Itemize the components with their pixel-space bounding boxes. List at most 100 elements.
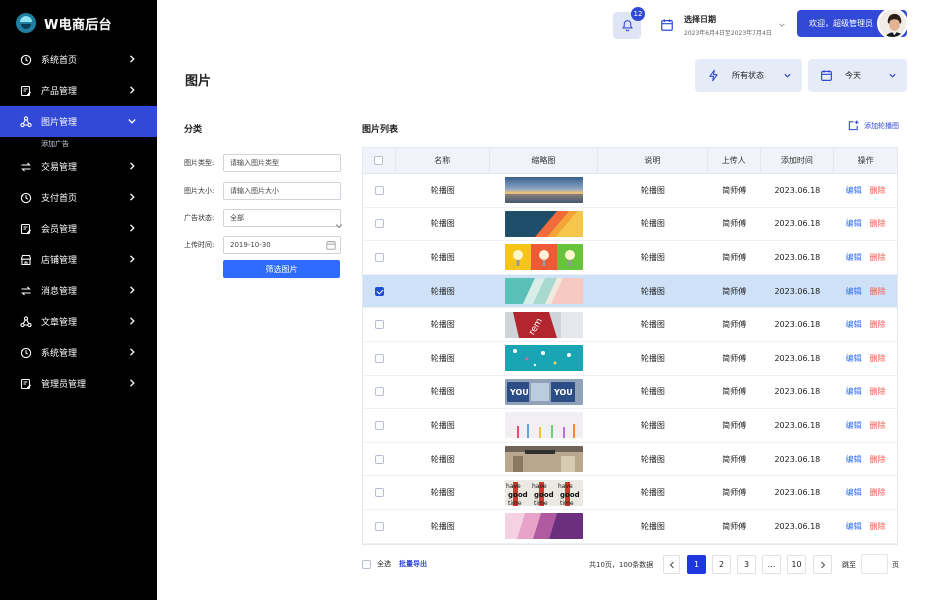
delete-link[interactable]: 删除 (870, 319, 886, 330)
delete-link[interactable]: 删除 (870, 386, 886, 397)
edit-link[interactable]: 编辑 (846, 218, 862, 229)
clock-icon (20, 347, 32, 359)
thumbnail-image[interactable]: rem (504, 311, 583, 338)
network-icon (20, 115, 32, 128)
thumbnail-image[interactable] (504, 513, 583, 540)
row-checkbox[interactable] (374, 320, 384, 330)
sidebar-item-6[interactable]: 店铺管理 (0, 244, 157, 275)
row-checkbox[interactable] (374, 420, 384, 430)
table-row[interactable]: 轮播图 轮播图 简师傅 2023.06.18 编辑 删除 (363, 409, 897, 443)
row-actions: 编辑 删除 (834, 174, 897, 207)
thumbnail-image[interactable] (504, 177, 583, 204)
edit-link[interactable]: 编辑 (846, 386, 862, 397)
thumbnail-image[interactable]: have have have good good good time time time (504, 479, 583, 506)
row-checkbox[interactable] (374, 454, 384, 464)
upload-time-input[interactable]: 2019-10-30 (223, 236, 341, 254)
table-row[interactable]: 轮播图 YOU YOU 轮播图 简师傅 2023.06.18 编辑 删除 (363, 376, 897, 410)
filter-images-button[interactable]: 筛选图片 (223, 260, 340, 278)
edit-link[interactable]: 编辑 (846, 487, 862, 498)
brand[interactable]: W电商后台 (16, 12, 112, 34)
table-row[interactable]: 轮播图 轮播图 简师傅 2023.06.18 编辑 删除 (363, 174, 897, 208)
form-row-image-size: 图片大小: 请输入图片大小 (184, 182, 341, 200)
table-row[interactable]: 轮播图 轮播图 简师傅 2023.06.18 编辑 删除 (363, 208, 897, 242)
table-row[interactable]: 轮播图 rem 轮播图 简师傅 2023.06.18 编辑 删除 (363, 308, 897, 342)
table-row[interactable]: 轮播图 轮播图 简师傅 2023.06.18 编辑 删除 (363, 342, 897, 376)
page-button-2[interactable]: 2 (712, 555, 731, 574)
row-added-time: 2023.06.18 (774, 521, 821, 531)
edit-link[interactable]: 编辑 (846, 353, 862, 364)
thumbnail-image[interactable] (504, 210, 583, 237)
thumbnail-image[interactable]: YOU YOU (504, 378, 583, 405)
sidebar-item-0[interactable]: 系统首页 (0, 44, 157, 75)
edit-link[interactable]: 编辑 (846, 454, 862, 465)
select-all-checkbox[interactable] (362, 559, 371, 569)
image-type-input[interactable]: 请输入图片类型 (223, 154, 341, 172)
page-button-3[interactable]: 3 (737, 555, 756, 574)
thumbnail-image[interactable] (504, 345, 583, 372)
avatar[interactable] (877, 8, 908, 39)
row-checkbox[interactable] (374, 286, 384, 296)
row-added-time: 2023.06.18 (774, 454, 821, 464)
sidebar-item-9[interactable]: 系统管理 (0, 337, 157, 368)
delete-link[interactable]: 删除 (870, 353, 886, 364)
page-ellipsis[interactable]: … (762, 555, 781, 574)
delete-link[interactable]: 删除 (870, 286, 886, 297)
day-filter-dropdown[interactable]: 今天 (808, 59, 907, 92)
sidebar-item-4[interactable]: 支付首页 (0, 182, 157, 213)
thumbnail-image[interactable] (504, 446, 583, 473)
prev-page-button[interactable] (663, 555, 680, 574)
delete-link[interactable]: 删除 (870, 420, 886, 431)
select-all-rows-checkbox[interactable] (374, 156, 384, 165)
row-checkbox[interactable] (374, 387, 384, 397)
edit-link[interactable]: 编辑 (846, 319, 862, 330)
table-row[interactable]: 轮播图 轮播图 简师傅 2023.06.18 编辑 删除 (363, 510, 897, 544)
delete-link[interactable]: 删除 (870, 454, 886, 465)
thumbnail-image[interactable] (504, 278, 583, 305)
ad-status-select[interactable]: 全部 (223, 209, 342, 229)
row-checkbox[interactable] (374, 353, 384, 363)
delete-link[interactable]: 删除 (870, 487, 886, 498)
sidebar-item-5[interactable]: 会员管理 (0, 213, 157, 244)
delete-link[interactable]: 删除 (870, 218, 886, 229)
sidebar-item-7[interactable]: 消息管理 (0, 275, 157, 306)
row-checkbox[interactable] (374, 252, 384, 262)
svg-text:have: have (506, 483, 521, 490)
add-carousel-button[interactable]: 添加轮播图 (848, 120, 899, 131)
bulk-export-button[interactable]: 批量导出 (399, 559, 427, 569)
thumbnail-image[interactable] (504, 412, 583, 439)
edit-link[interactable]: 编辑 (846, 252, 862, 263)
thumbnail-image[interactable] (504, 244, 583, 271)
sidebar-item-3[interactable]: 交易管理 (0, 151, 157, 182)
svg-text:good: good (560, 491, 580, 499)
edit-link[interactable]: 编辑 (846, 286, 862, 297)
table-row[interactable]: 轮播图 轮播图 简师傅 2023.06.18 编辑 删除 (363, 443, 897, 477)
row-checkbox[interactable] (374, 219, 384, 229)
delete-link[interactable]: 删除 (870, 185, 886, 196)
row-checkbox[interactable] (374, 185, 384, 195)
date-range-picker[interactable]: 选择日期 2023年6月4日至2023年7月4日 (660, 12, 788, 38)
table-row[interactable]: 轮播图 轮播图 简师傅 2023.06.18 编辑 删除 (363, 241, 897, 275)
delete-link[interactable]: 删除 (870, 252, 886, 263)
sidebar-item-8[interactable]: 文章管理 (0, 306, 157, 337)
page-button-1[interactable]: 1 (687, 555, 706, 574)
sidebar-item-label: 图片管理 (41, 118, 78, 128)
edit-link[interactable]: 编辑 (846, 185, 862, 196)
table-row[interactable]: 轮播图 轮播图 简师傅 2023.06.18 编辑 删除 (363, 274, 897, 309)
status-filter-dropdown[interactable]: 所有状态 (695, 59, 802, 92)
delete-link[interactable]: 删除 (870, 521, 886, 532)
chevron-right-icon (130, 255, 135, 263)
row-checkbox[interactable] (374, 521, 384, 531)
jump-page-input[interactable] (861, 554, 888, 574)
sidebar-item-2[interactable]: 图片管理 (0, 106, 157, 137)
edit-link[interactable]: 编辑 (846, 521, 862, 532)
table-row[interactable]: 轮播图 have have have good good good time time time 轮… (363, 476, 897, 510)
sidebar-item-10[interactable]: 管理员管理 (0, 368, 157, 399)
row-uploader: 简师傅 (722, 252, 747, 262)
sidebar-item-1[interactable]: 产品管理 (0, 75, 157, 106)
page-button-10[interactable]: 10 (787, 555, 806, 574)
next-page-button[interactable] (813, 555, 832, 574)
sidebar-subitem-0[interactable]: 添加广告 (0, 137, 157, 151)
row-checkbox[interactable] (374, 488, 384, 498)
edit-link[interactable]: 编辑 (846, 420, 862, 431)
image-size-input[interactable]: 请输入图片大小 (223, 182, 341, 200)
